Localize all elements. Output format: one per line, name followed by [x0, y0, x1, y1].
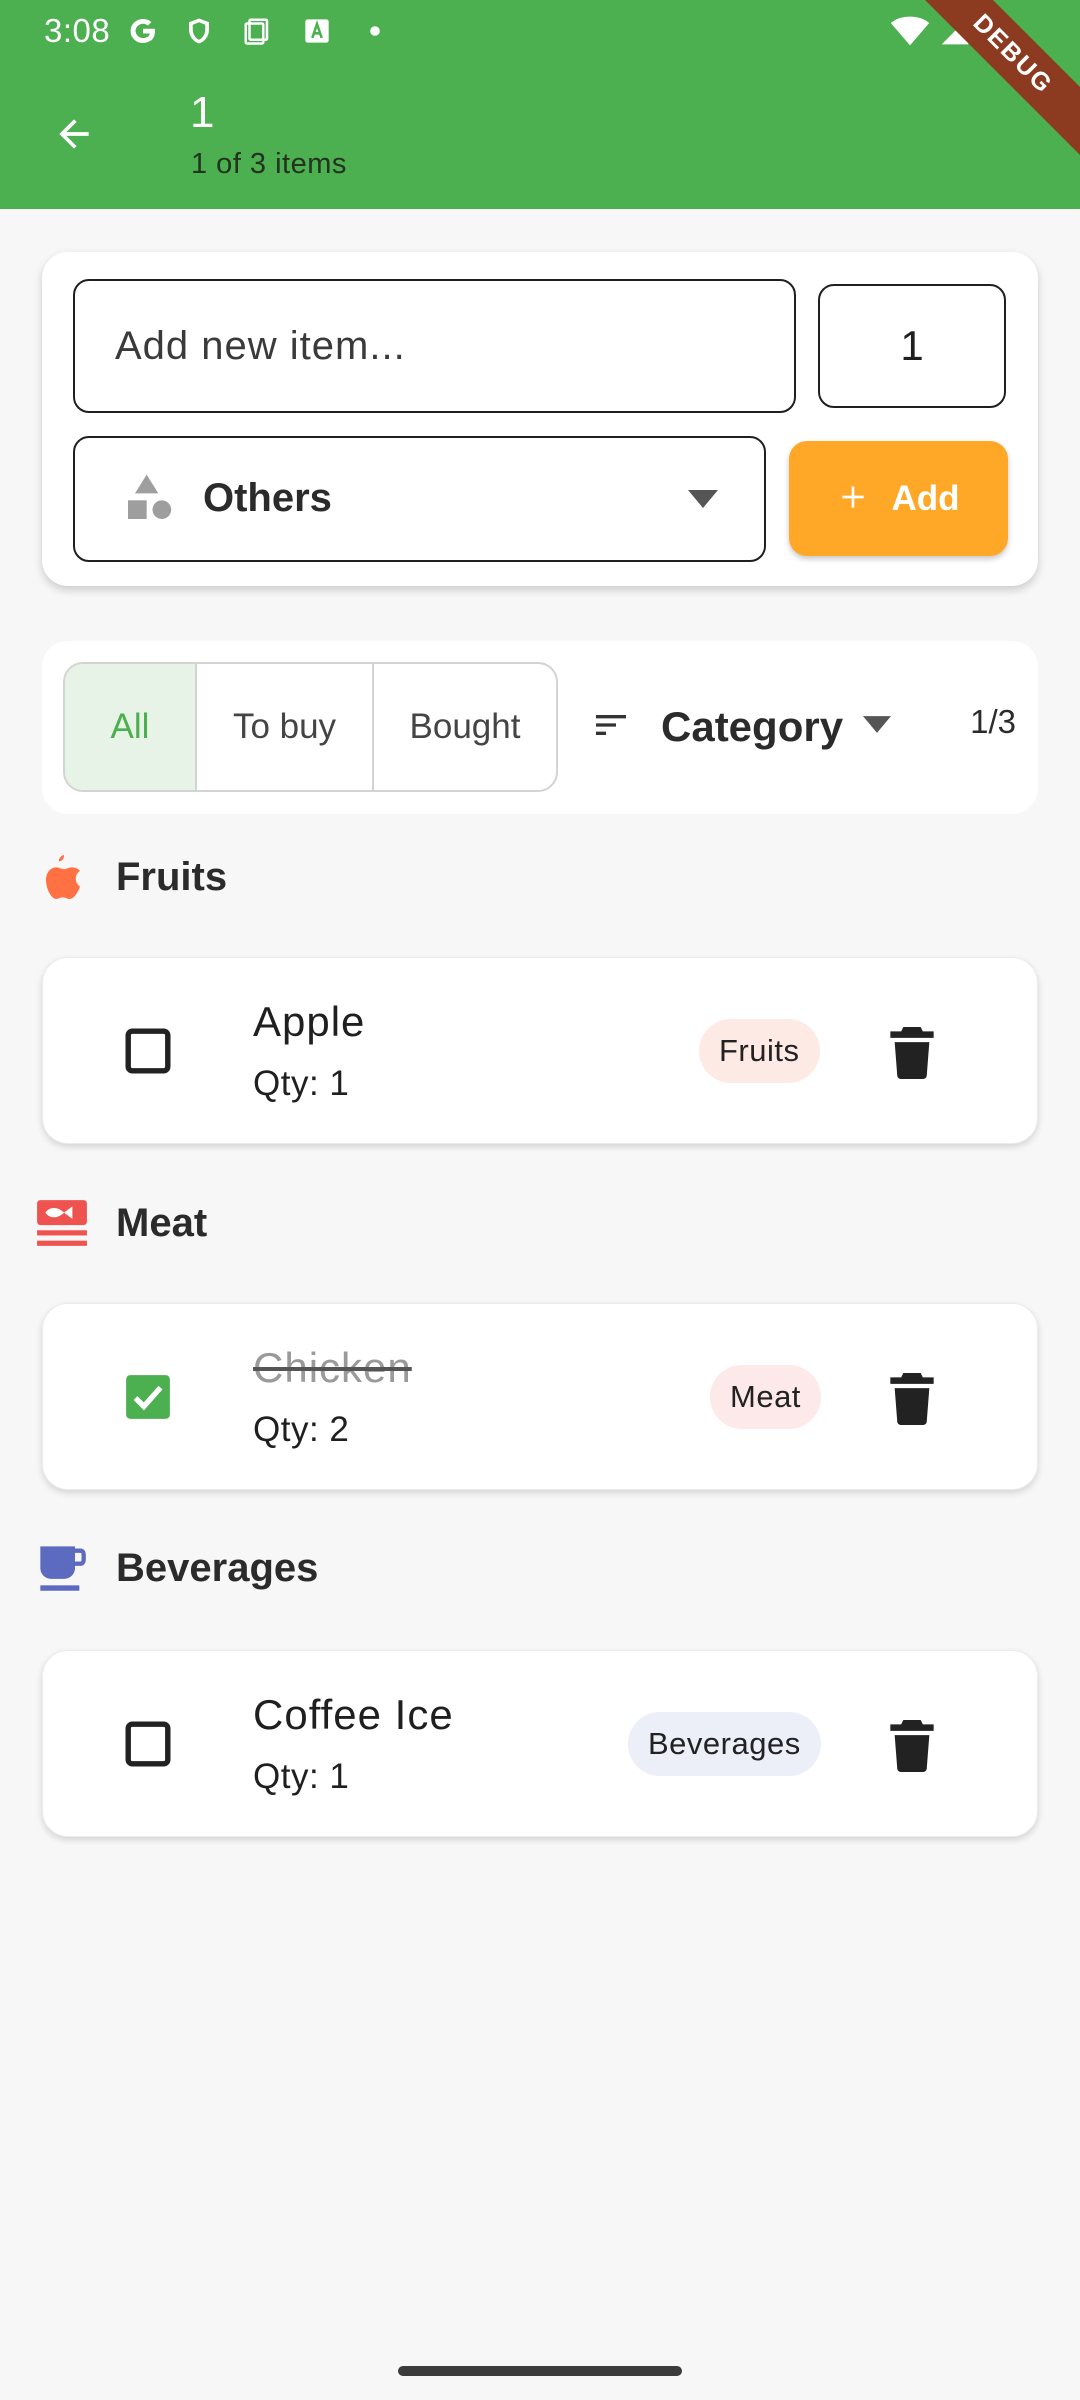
sort-label: Category	[661, 703, 844, 750]
status-time: 3:08	[44, 12, 111, 49]
plus-icon	[837, 481, 869, 516]
list-item[interactable]: Chicken Qty: 2 Meat	[42, 1303, 1038, 1490]
list-item[interactable]: Coffee Ice Qty: 1 Beverages	[42, 1650, 1038, 1837]
item-name-input[interactable]	[73, 279, 796, 413]
google-icon	[126, 14, 160, 48]
back-arrow-icon[interactable]	[44, 104, 104, 164]
list-item[interactable]: Apple Qty: 1 Fruits	[42, 957, 1038, 1144]
category-chip: Fruits	[699, 1019, 820, 1083]
item-qty: Qty: 1	[253, 1757, 350, 1796]
clipboard-icon	[240, 14, 274, 48]
group-header-fruits: Fruits	[34, 842, 227, 912]
add-item-button[interactable]: Add	[789, 441, 1008, 556]
app-bar: 3:08 1 1 of 3 items DEBUG	[0, 0, 1080, 209]
checkbox-unchecked[interactable]	[123, 1026, 173, 1076]
item-qty: Qty: 2	[253, 1410, 350, 1449]
page-title: 1	[190, 88, 215, 137]
status-segmented-control: All To buy Bought	[63, 662, 558, 792]
segment-all[interactable]: All	[65, 664, 195, 790]
item-name: Chicken	[253, 1344, 412, 1391]
status-bar: 3:08	[0, 0, 1080, 62]
checkbox-checked[interactable]	[123, 1372, 173, 1422]
meat-icon	[34, 1195, 90, 1251]
category-chip: Meat	[710, 1365, 821, 1429]
category-chip: Beverages	[628, 1712, 821, 1776]
add-item-card: Others Add	[42, 252, 1038, 586]
segment-bought[interactable]: Bought	[372, 664, 556, 790]
dot-icon	[358, 14, 392, 48]
page-subtitle: 1 of 3 items	[191, 148, 347, 180]
gesture-navigation-bar[interactable]	[398, 2366, 682, 2376]
sort-icon	[591, 705, 631, 750]
delete-icon[interactable]	[889, 1027, 935, 1079]
checkbox-unchecked[interactable]	[123, 1719, 173, 1769]
group-header-meat: Meat	[34, 1188, 207, 1258]
group-header-beverages: Beverages	[34, 1533, 318, 1603]
item-qty: Qty: 1	[253, 1064, 350, 1103]
group-title-fruits: Fruits	[116, 854, 228, 899]
shopping-list-screen: 3:08 1 1 of 3 items DEBUG Add new item..…	[0, 0, 1080, 2400]
delete-icon[interactable]	[889, 1720, 935, 1772]
group-title-beverages: Beverages	[116, 1545, 319, 1590]
dropdown-caret-icon	[688, 490, 718, 513]
font-a-icon	[300, 14, 334, 48]
segment-to-buy[interactable]: To buy	[195, 664, 372, 790]
group-title-meat: Meat	[116, 1200, 208, 1245]
item-counter: 1/3	[970, 703, 1016, 740]
add-button-label: Add	[891, 478, 960, 518]
quantity-input[interactable]	[818, 284, 1006, 408]
item-name: Coffee Ice	[253, 1691, 454, 1738]
category-dropdown[interactable]: Others	[73, 436, 766, 562]
wifi-icon	[890, 14, 930, 48]
category-selected-label: Others	[203, 476, 332, 520]
category-shapes-icon	[121, 470, 177, 526]
filter-bar: All To buy Bought Category 1/3	[42, 641, 1038, 814]
delete-icon[interactable]	[889, 1373, 935, 1425]
item-name: Apple	[253, 998, 366, 1045]
sort-dropdown[interactable]: Category	[591, 681, 892, 773]
apple-icon	[34, 849, 90, 905]
sort-caret-icon	[863, 716, 892, 738]
shield-icon	[182, 14, 216, 48]
cup-icon	[34, 1540, 90, 1596]
